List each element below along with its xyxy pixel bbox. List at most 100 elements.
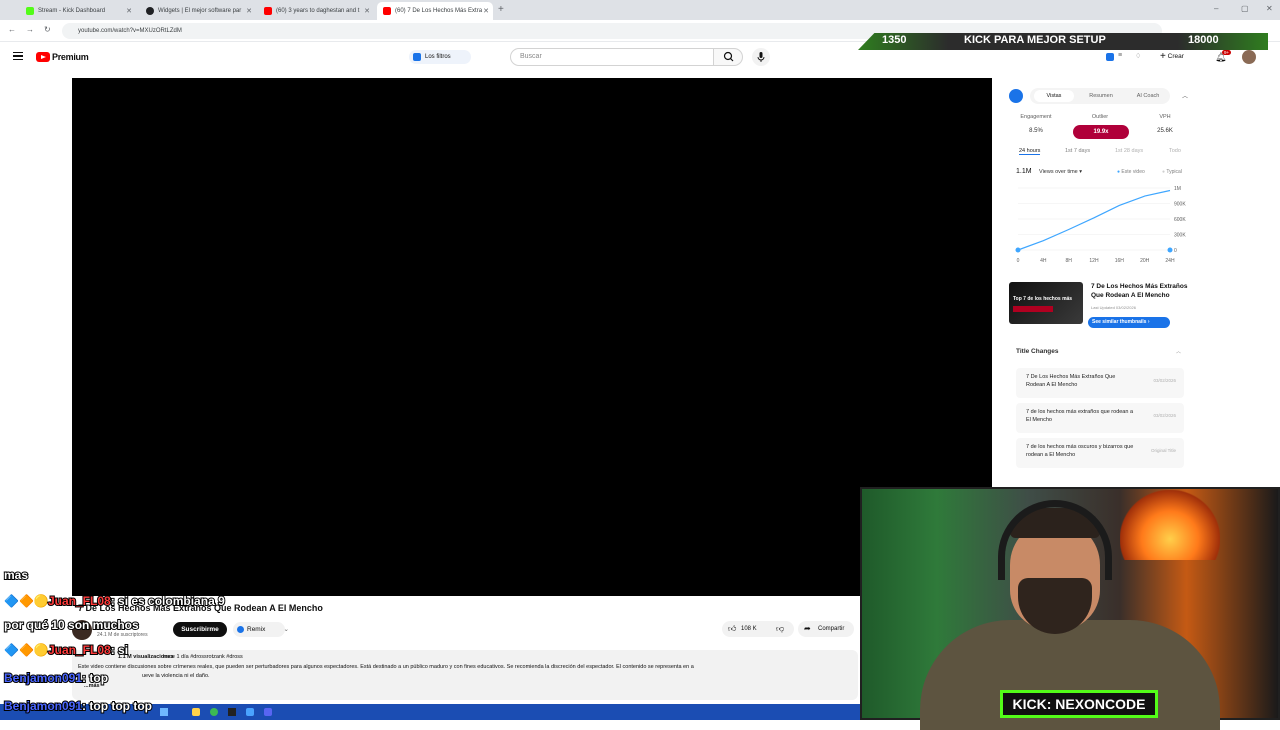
list-icon[interactable]: ≡ — [1118, 52, 1122, 59]
similar-thumbnails-button[interactable]: See similar thumbnails › — [1088, 317, 1170, 328]
title-change-text: 7 De Los Hechos Más Extraños Que Rodean … — [1026, 374, 1116, 388]
timeframe-28d[interactable]: 1st 28 days — [1115, 148, 1143, 154]
menu-icon[interactable] — [13, 52, 23, 60]
chat-line: mas — [3, 567, 29, 583]
tab-resumen[interactable]: Resumen — [1080, 90, 1122, 102]
remix-button[interactable]: Remix ⌄ — [233, 622, 289, 637]
description-box[interactable]: 1.1 M visualizaciones hace 1 día #drossr… — [72, 650, 858, 700]
terminal-icon[interactable] — [228, 708, 236, 716]
explorer-icon[interactable] — [192, 708, 200, 716]
close-tab-icon[interactable]: ✕ — [483, 7, 489, 15]
chevron-down-icon: ⌄ — [283, 626, 289, 633]
tab-daghestan[interactable]: (60) 3 years to daghestan and t ✕ — [258, 2, 374, 20]
title-change-date: 03/02/2026 — [1153, 378, 1176, 383]
video-thumbnail[interactable]: Top 7 de los hechos más — [1009, 282, 1083, 324]
x-tick-label: 8H — [1065, 258, 1072, 264]
chat-line: 🔷🔶🟡Juan_FL08: si — [3, 642, 129, 658]
title-changes-header: Title Changes — [1016, 348, 1059, 355]
forward-icon[interactable]: → — [26, 25, 34, 34]
close-tab-icon[interactable]: ✕ — [246, 7, 252, 15]
search-button[interactable] — [713, 48, 743, 66]
youtube-favicon-icon — [264, 7, 272, 15]
reload-icon[interactable]: ↻ — [44, 25, 51, 34]
chrome-icon[interactable] — [210, 708, 218, 716]
extension-icon[interactable] — [1106, 53, 1114, 61]
timeframe-7d[interactable]: 1st 7 days — [1065, 148, 1090, 154]
tab-vistas[interactable]: Vistas — [1034, 90, 1074, 102]
close-tab-icon[interactable]: ✕ — [126, 7, 132, 15]
create-button[interactable]: + Crear — [1160, 50, 1202, 64]
plus-icon: + — [1160, 51, 1166, 62]
chat-message: por qué 10 son muchos — [3, 617, 140, 633]
chat-username: Juan_FL08 — [47, 642, 112, 658]
fireplace-image — [1120, 490, 1220, 560]
tab-kick-dashboard[interactable]: Stream - Kick Dashboard ✕ — [20, 2, 136, 20]
microphone-icon — [757, 52, 765, 62]
close-tab-icon[interactable]: ✕ — [364, 7, 370, 15]
vph-value: 25.6K — [1157, 128, 1173, 134]
video-player[interactable] — [72, 78, 992, 596]
youtube-logo-icon[interactable] — [36, 52, 50, 62]
lightbulb-icon[interactable]: ♢ — [1135, 52, 1141, 60]
chat-line: Benjamon091: top — [3, 670, 109, 686]
app-icon[interactable] — [246, 708, 254, 716]
tab-current-video[interactable]: (60) 7 De Los Hechos Más Extra ✕ — [377, 2, 493, 20]
thumbs-down-icon[interactable]: 👎︎ — [776, 621, 784, 637]
y-tick-label: 900K — [1174, 202, 1186, 208]
new-tab-icon[interactable]: + — [498, 4, 504, 15]
back-icon[interactable]: ← — [8, 25, 16, 34]
title-change-date: Original Title — [1150, 448, 1176, 453]
title-change-text: 7 de los hechos más oscuros y bizarros q… — [1026, 444, 1134, 458]
y-tick-label: 300K — [1174, 233, 1186, 239]
discord-icon[interactable] — [264, 708, 272, 716]
views-selector[interactable]: Views over time ▾ — [1039, 169, 1082, 175]
close-window-icon[interactable]: ✕ — [1266, 4, 1273, 13]
start-icon[interactable] — [160, 708, 168, 716]
title-change-row: 7 de los hechos más oscuros y bizarros q… — [1016, 438, 1184, 468]
thumbnail-red-bar — [1013, 306, 1053, 312]
subscribe-button[interactable]: Suscribirme — [173, 622, 227, 637]
tab-widgets[interactable]: Widgets | El mejor software par ✕ — [140, 2, 256, 20]
legend-label: Typical — [1166, 169, 1182, 175]
tab-label: Widgets | El mejor software par — [158, 8, 242, 14]
outlier-label: Outlier — [1091, 114, 1109, 120]
like-button[interactable]: 👍︎ 108 K 👎︎ — [722, 621, 794, 637]
legend-typical: ● Typical — [1162, 169, 1182, 175]
vph-label: VPH — [1159, 114, 1171, 120]
series-line-este-video — [1017, 189, 1171, 251]
tab-ai-coach[interactable]: AI Coach — [1126, 90, 1170, 102]
chat-message: : si es colombiana 9 — [110, 593, 226, 609]
chat-badges-icon: 🔷🔶🟡 — [3, 593, 50, 609]
chat-message: : si — [110, 642, 129, 658]
timeframe-all[interactable]: Todo — [1169, 148, 1181, 154]
tab-label: (60) 3 years to daghestan and t — [276, 8, 360, 14]
x-tick-label: 20H — [1140, 258, 1150, 264]
thumbs-up-icon: 👍︎ — [728, 624, 737, 633]
minimize-icon[interactable]: – — [1214, 4, 1218, 13]
timeframe-24h[interactable]: 24 hours — [1019, 148, 1041, 155]
chart-marker — [1167, 247, 1173, 253]
chat-line: Benjamon091: top top top — [3, 698, 153, 714]
filters-button[interactable]: Los filtros — [409, 50, 471, 64]
upload-meta: hace 1 día #drossrotzank #dross — [163, 654, 243, 660]
share-button[interactable]: ➦ Compartir — [798, 621, 854, 637]
chat-message: : top top top — [81, 698, 153, 714]
voice-search-button[interactable] — [752, 48, 770, 66]
vidiq-logo-icon — [1009, 89, 1023, 103]
search-input[interactable]: Buscar — [510, 48, 714, 66]
engagement-label: Engagement — [1020, 114, 1052, 120]
youtube-favicon-icon — [383, 7, 391, 15]
maximize-icon[interactable]: ▢ — [1241, 4, 1249, 13]
x-tick-label: 24H — [1165, 258, 1175, 264]
collapse-icon[interactable]: ︿ — [1176, 348, 1181, 355]
title-change-text: 7 de los hechos más extraños que rodean … — [1026, 409, 1134, 423]
chat-line: por qué 10 son muchos — [3, 617, 140, 633]
y-tick-label: 0 — [1174, 248, 1177, 254]
chat-message: mas — [3, 567, 29, 583]
legend-este-video: ● Este video — [1117, 169, 1145, 175]
chat-line: 🔷🔶🟡Juan_FL08: si es colombiana 9 — [3, 593, 226, 609]
search-icon — [723, 51, 734, 62]
avatar[interactable] — [1242, 50, 1256, 64]
collapse-icon[interactable]: ︿ — [1182, 91, 1188, 100]
views-chart: 0 4H 8H 12H 16H 20H 24H 1M 900K 600K 300K 0 — [1015, 186, 1186, 264]
